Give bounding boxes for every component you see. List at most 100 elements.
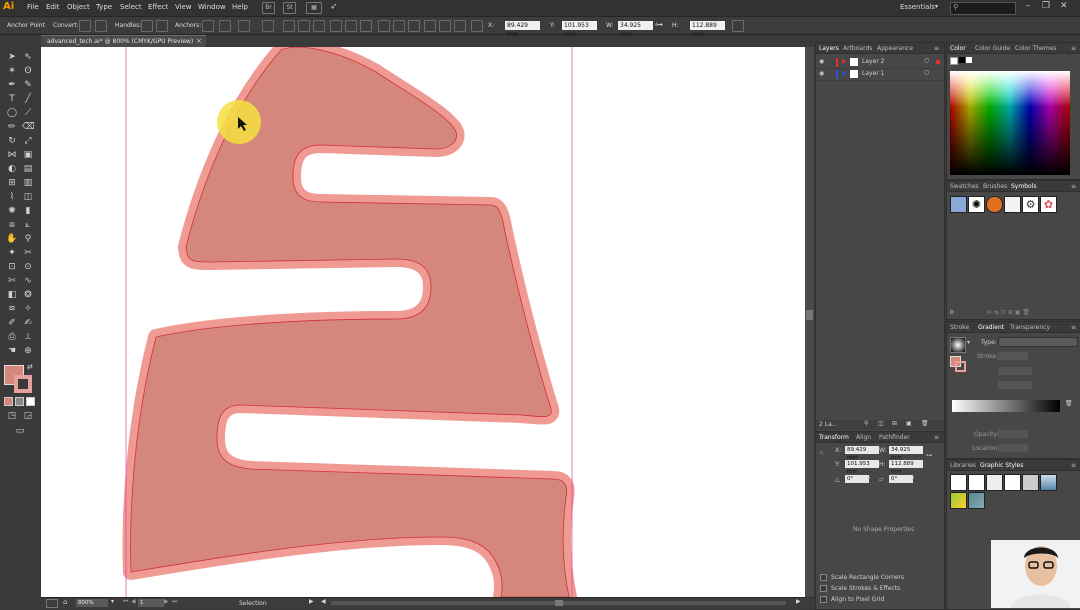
graphic-style-default[interactable] xyxy=(950,474,967,491)
menu-view[interactable]: View xyxy=(175,3,192,11)
color-mode-icon[interactable] xyxy=(4,397,13,406)
new-sublayer-icon[interactable]: ⊞ xyxy=(892,420,897,427)
graphic-style-gray[interactable] xyxy=(1022,474,1039,491)
black-swatch[interactable] xyxy=(959,57,965,63)
location-field[interactable] xyxy=(998,444,1028,452)
rotate-dropdown-icon[interactable]: ▾ xyxy=(867,475,870,482)
knife-tool-icon[interactable]: ✂ xyxy=(22,247,34,259)
gradient-panel-menu-icon[interactable]: ≡ xyxy=(1071,324,1076,331)
tab-color-guide[interactable]: Color Guide xyxy=(975,45,1010,52)
tab-symbols[interactable]: Symbols xyxy=(1011,183,1036,190)
y-field[interactable]: 101.953 mm xyxy=(562,21,597,38)
scroll-right-icon[interactable]: ▶ xyxy=(796,598,801,605)
blob-brush-tool-icon[interactable]: ✍ xyxy=(22,317,34,329)
eraser-tool-icon[interactable]: ⌫ xyxy=(22,121,35,133)
target-circle-icon[interactable]: ○ xyxy=(924,57,929,64)
symbol-libraries-icon[interactable]: ⊪ xyxy=(950,309,955,316)
draw-inside-icon[interactable]: ◲ xyxy=(22,410,34,422)
magic-wand-tool-icon[interactable]: ✶ xyxy=(6,65,18,77)
align-bottom-icon[interactable] xyxy=(360,20,372,32)
hand-tool-alt-icon[interactable]: ☚ xyxy=(6,345,18,357)
width-tool-icon[interactable]: ⋈ xyxy=(6,149,18,161)
rotate-angle-field[interactable]: 0° xyxy=(845,475,869,483)
panel-menu-icon[interactable] xyxy=(732,20,744,32)
checkbox[interactable] xyxy=(820,585,827,592)
visibility-eye-icon[interactable]: ◉ xyxy=(819,70,824,77)
tab-pathfinder[interactable]: Pathfinder xyxy=(879,434,910,441)
zoom-tool-alt-icon[interactable]: ⊕ xyxy=(22,345,34,357)
x-field[interactable]: 89.429 mm xyxy=(505,21,540,38)
tab-color-themes[interactable]: Color Themes xyxy=(1015,45,1056,52)
type-tool-icon[interactable]: T xyxy=(6,93,18,105)
zoom-dropdown-icon[interactable]: ▾ xyxy=(111,598,114,605)
search-input[interactable]: ⚲ xyxy=(950,2,1016,15)
close-tab-icon[interactable]: × xyxy=(196,37,202,45)
eyedropper-tool-icon[interactable]: ⌇ xyxy=(6,191,18,203)
transform-x-field[interactable]: 89.429 mm xyxy=(845,446,879,461)
make-clip-mask-icon[interactable]: ◫ xyxy=(878,420,884,427)
none-swatch[interactable] xyxy=(950,57,958,65)
gradient-mode-icon[interactable] xyxy=(15,397,24,406)
align-top-icon[interactable] xyxy=(330,20,342,32)
align-left-icon[interactable] xyxy=(283,20,295,32)
distribute-bottom-icon[interactable] xyxy=(408,20,420,32)
swap-fill-stroke-icon[interactable]: ⇄ xyxy=(27,363,33,371)
ellipse-tool-icon[interactable]: ◯ xyxy=(6,107,18,119)
transform-panel-menu-icon[interactable]: ≡ xyxy=(934,434,939,441)
arrange-documents-icon[interactable]: ▦ xyxy=(306,2,322,14)
graphic-styles-menu-icon[interactable]: ≡ xyxy=(1071,462,1076,469)
scroll-left-icon[interactable]: ◀ xyxy=(321,598,326,605)
constrain-proportions-icon[interactable]: ⊶ xyxy=(926,452,932,459)
checkbox[interactable] xyxy=(820,596,827,603)
distribute-hcenter-icon[interactable] xyxy=(439,20,451,32)
align-vcenter-icon[interactable] xyxy=(345,20,357,32)
tab-graphic-styles[interactable]: Graphic Styles xyxy=(980,462,1023,469)
tab-artboards[interactable]: Artboards xyxy=(843,45,872,52)
tab-libraries[interactable]: Libraries xyxy=(950,462,976,469)
layer-row[interactable]: ◉ ▶ Layer 2 ○ xyxy=(816,57,946,69)
selection-tool-icon[interactable]: ➤ xyxy=(6,51,18,63)
symbol-splat[interactable]: ✺ xyxy=(968,196,985,213)
stroke-color-swatch[interactable] xyxy=(14,375,32,393)
opacity-field[interactable] xyxy=(998,430,1028,438)
symbol-flower[interactable]: ✿ xyxy=(1040,196,1057,213)
color-panel-menu-icon[interactable]: ≡ xyxy=(1071,45,1076,52)
layer-row[interactable]: ◉ ▶ Layer 1 ○ xyxy=(816,69,946,81)
option-scale-corners[interactable]: Scale Rectangle Corners xyxy=(820,574,904,581)
shaper-tool-icon[interactable]: ✏ xyxy=(6,121,18,133)
artboard-canvas[interactable] xyxy=(41,47,805,597)
distribute-left-icon[interactable] xyxy=(424,20,436,32)
horizontal-scroll-thumb[interactable] xyxy=(555,600,563,606)
scale-tool-icon[interactable]: ⤢ xyxy=(22,135,34,147)
gradient-preview[interactable] xyxy=(950,337,966,353)
gradient-tool-icon[interactable]: ▥ xyxy=(22,177,34,189)
distribute-right-icon[interactable] xyxy=(454,20,466,32)
column-graph-tool-icon[interactable]: ▮ xyxy=(22,205,34,217)
graphic-style-red-x[interactable] xyxy=(1004,474,1021,491)
minimize-icon[interactable]: – xyxy=(1026,1,1031,11)
symbol-blue-banner[interactable] xyxy=(950,196,967,213)
remove-anchor-icon[interactable] xyxy=(202,20,214,32)
mesh-tool-icon[interactable]: ⊞ xyxy=(6,177,18,189)
workspace-switcher[interactable]: Essentials xyxy=(900,3,935,11)
tab-transparency[interactable]: Transparency xyxy=(1010,324,1050,331)
workspace-dropdown-icon[interactable]: ▾ xyxy=(935,3,938,10)
free-transform-tool-icon[interactable]: ▣ xyxy=(22,149,34,161)
transform-w-field[interactable]: 34.925 mm xyxy=(889,446,923,461)
symbol-gear[interactable]: ⚙ xyxy=(1022,196,1039,213)
symbol-orange[interactable] xyxy=(986,196,1003,213)
new-layer-icon[interactable]: ▣ xyxy=(906,420,912,427)
delete-layer-icon[interactable]: 🗑 xyxy=(921,420,929,427)
gradient-type-select[interactable] xyxy=(998,337,1078,347)
graphic-style-green[interactable] xyxy=(950,492,967,509)
symbols-panel-menu-icon[interactable]: ≡ xyxy=(1071,183,1076,190)
hand-tool-icon[interactable]: ✋ xyxy=(6,233,18,245)
screen-mode-icon[interactable]: ▭ xyxy=(14,425,26,437)
pucker-tool-icon[interactable]: ✧ xyxy=(22,303,34,315)
h-field[interactable]: 112.889 mm xyxy=(690,21,725,38)
direct-selection-tool-icon[interactable]: ⇖ xyxy=(22,51,34,63)
tab-appearance[interactable]: Appearance xyxy=(877,45,913,52)
tab-layers[interactable]: Layers xyxy=(819,45,839,52)
next-artboard-icon[interactable]: ▶ xyxy=(164,598,169,605)
visibility-eye-icon[interactable]: ◉ xyxy=(819,58,824,65)
